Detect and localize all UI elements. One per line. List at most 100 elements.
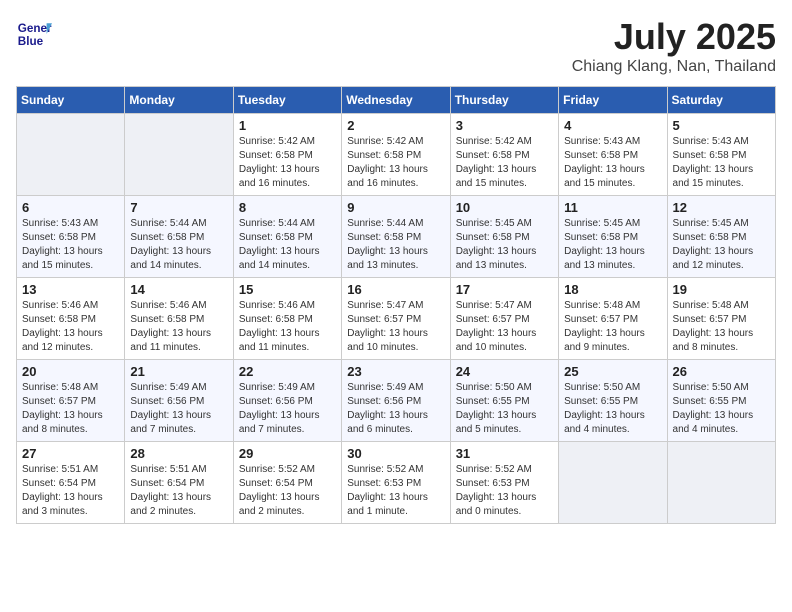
- calendar-cell: 23Sunrise: 5:49 AM Sunset: 6:56 PM Dayli…: [342, 360, 450, 442]
- calendar-cell: 2 Sunrise: 5:42 AM Sunset: 6:58 PM Daylig…: [342, 114, 450, 196]
- day-info: Sunrise: 5:42 AM Sunset: 6:58 PM Dayligh…: [456, 135, 553, 191]
- day-number: 17: [456, 282, 553, 297]
- calendar-cell: 12 Sunrise: 5:45 AM Sunset: 6:58 PM Dayli…: [667, 196, 775, 278]
- calendar-cell: 14 Sunrise: 5:46 AM Sunset: 6:58 PM Dayli…: [125, 278, 233, 360]
- day-number: 22: [239, 364, 336, 379]
- calendar-week-row: 13 Sunrise: 5:46 AM Sunset: 6:58 PM Dayli…: [17, 278, 776, 360]
- calendar-week-row: 6 Sunrise: 5:43 AM Sunset: 6:58 PM Daylig…: [17, 196, 776, 278]
- month-title: July 2025: [572, 16, 776, 58]
- day-number: 29: [239, 446, 336, 461]
- day-info: Sunrise: 5:46 AM Sunset: 6:58 PM Dayligh…: [22, 299, 119, 355]
- calendar-cell: 29 Sunrise: 5:52 AM Sunset: 6:54 PM Dayli…: [233, 442, 341, 524]
- column-header-wednesday: Wednesday: [342, 87, 450, 114]
- day-info: Sunrise: 5:50 AM Sunset: 6:55 PM Dayligh…: [564, 381, 661, 437]
- calendar-week-row: 20 Sunrise: 5:48 AM Sunset: 6:57 PM Dayli…: [17, 360, 776, 442]
- calendar-cell: 9 Sunrise: 5:44 AM Sunset: 6:58 PM Daylig…: [342, 196, 450, 278]
- calendar-cell: 16 Sunrise: 5:47 AM Sunset: 6:57 PM Dayli…: [342, 278, 450, 360]
- column-header-monday: Monday: [125, 87, 233, 114]
- day-info: Sunrise: 5:47 AM Sunset: 6:57 PM Dayligh…: [347, 299, 444, 355]
- day-info: Sunrise: 5:45 AM Sunset: 6:58 PM Dayligh…: [673, 217, 770, 273]
- calendar-cell: 5 Sunrise: 5:43 AM Sunset: 6:58 PM Daylig…: [667, 114, 775, 196]
- day-number: 14: [130, 282, 227, 297]
- logo-icon: General Blue: [16, 16, 52, 52]
- day-info: Sunrise: 5:43 AM Sunset: 6:58 PM Dayligh…: [22, 217, 119, 273]
- day-info: Sunrise: 5:45 AM Sunset: 6:58 PM Dayligh…: [564, 217, 661, 273]
- calendar-cell: [559, 442, 667, 524]
- day-number: 3: [456, 118, 553, 133]
- day-info: Sunrise: 5:49 AM Sunset: 6:56 PM Dayligh…: [239, 381, 336, 437]
- day-info: Sunrise: 5:50 AM Sunset: 6:55 PM Dayligh…: [673, 381, 770, 437]
- calendar-cell: 28 Sunrise: 5:51 AM Sunset: 6:54 PM Dayli…: [125, 442, 233, 524]
- day-info: Sunrise: 5:50 AM Sunset: 6:55 PM Dayligh…: [456, 381, 553, 437]
- day-number: 23: [347, 364, 444, 379]
- calendar-cell: [667, 442, 775, 524]
- day-number: 28: [130, 446, 227, 461]
- day-number: 25: [564, 364, 661, 379]
- day-number: 10: [456, 200, 553, 215]
- calendar-header-row: SundayMondayTuesdayWednesdayThursdayFrid…: [17, 87, 776, 114]
- calendar-cell: 30 Sunrise: 5:52 AM Sunset: 6:53 PM Dayli…: [342, 442, 450, 524]
- day-number: 16: [347, 282, 444, 297]
- calendar-cell: 6 Sunrise: 5:43 AM Sunset: 6:58 PM Daylig…: [17, 196, 125, 278]
- calendar-cell: 19Sunrise: 5:48 AM Sunset: 6:57 PM Dayli…: [667, 278, 775, 360]
- day-number: 30: [347, 446, 444, 461]
- day-number: 9: [347, 200, 444, 215]
- calendar-cell: 1Sunrise: 5:42 AM Sunset: 6:58 PM Daylig…: [233, 114, 341, 196]
- day-number: 15: [239, 282, 336, 297]
- day-info: Sunrise: 5:45 AM Sunset: 6:58 PM Dayligh…: [456, 217, 553, 273]
- day-number: 4: [564, 118, 661, 133]
- day-info: Sunrise: 5:44 AM Sunset: 6:58 PM Dayligh…: [130, 217, 227, 273]
- calendar-cell: 31Sunrise: 5:52 AM Sunset: 6:53 PM Dayli…: [450, 442, 558, 524]
- title-block: July 2025 Chiang Klang, Nan, Thailand: [572, 16, 776, 76]
- day-number: 12: [673, 200, 770, 215]
- day-info: Sunrise: 5:43 AM Sunset: 6:58 PM Dayligh…: [564, 135, 661, 191]
- day-info: Sunrise: 5:48 AM Sunset: 6:57 PM Dayligh…: [564, 299, 661, 355]
- svg-text:Blue: Blue: [18, 35, 44, 48]
- column-header-friday: Friday: [559, 87, 667, 114]
- column-header-tuesday: Tuesday: [233, 87, 341, 114]
- day-info: Sunrise: 5:48 AM Sunset: 6:57 PM Dayligh…: [22, 381, 119, 437]
- calendar-cell: [17, 114, 125, 196]
- day-info: Sunrise: 5:51 AM Sunset: 6:54 PM Dayligh…: [130, 463, 227, 519]
- day-number: 13: [22, 282, 119, 297]
- day-number: 5: [673, 118, 770, 133]
- calendar-week-row: 1Sunrise: 5:42 AM Sunset: 6:58 PM Daylig…: [17, 114, 776, 196]
- day-number: 6: [22, 200, 119, 215]
- page-header: General Blue July 2025 Chiang Klang, Nan…: [16, 16, 776, 76]
- day-info: Sunrise: 5:52 AM Sunset: 6:53 PM Dayligh…: [347, 463, 444, 519]
- calendar-cell: [125, 114, 233, 196]
- day-number: 7: [130, 200, 227, 215]
- day-info: Sunrise: 5:46 AM Sunset: 6:58 PM Dayligh…: [130, 299, 227, 355]
- day-number: 20: [22, 364, 119, 379]
- column-header-thursday: Thursday: [450, 87, 558, 114]
- calendar-cell: 18Sunrise: 5:48 AM Sunset: 6:57 PM Dayli…: [559, 278, 667, 360]
- day-number: 27: [22, 446, 119, 461]
- calendar-cell: 10 Sunrise: 5:45 AM Sunset: 6:58 PM Dayli…: [450, 196, 558, 278]
- logo: General Blue: [16, 16, 52, 52]
- calendar-cell: 3 Sunrise: 5:42 AM Sunset: 6:58 PM Daylig…: [450, 114, 558, 196]
- day-info: Sunrise: 5:44 AM Sunset: 6:58 PM Dayligh…: [239, 217, 336, 273]
- calendar-cell: 21Sunrise: 5:49 AM Sunset: 6:56 PM Dayli…: [125, 360, 233, 442]
- calendar-cell: 11 Sunrise: 5:45 AM Sunset: 6:58 PM Dayli…: [559, 196, 667, 278]
- day-info: Sunrise: 5:44 AM Sunset: 6:58 PM Dayligh…: [347, 217, 444, 273]
- calendar-table: SundayMondayTuesdayWednesdayThursdayFrid…: [16, 86, 776, 524]
- day-number: 26: [673, 364, 770, 379]
- calendar-cell: 27Sunrise: 5:51 AM Sunset: 6:54 PM Dayli…: [17, 442, 125, 524]
- day-number: 8: [239, 200, 336, 215]
- calendar-cell: 4 Sunrise: 5:43 AM Sunset: 6:58 PM Daylig…: [559, 114, 667, 196]
- day-info: Sunrise: 5:42 AM Sunset: 6:58 PM Dayligh…: [239, 135, 336, 191]
- day-number: 2: [347, 118, 444, 133]
- day-number: 11: [564, 200, 661, 215]
- day-info: Sunrise: 5:47 AM Sunset: 6:57 PM Dayligh…: [456, 299, 553, 355]
- location-title: Chiang Klang, Nan, Thailand: [572, 58, 776, 76]
- calendar-cell: 15Sunrise: 5:46 AM Sunset: 6:58 PM Dayli…: [233, 278, 341, 360]
- calendar-cell: 13 Sunrise: 5:46 AM Sunset: 6:58 PM Dayli…: [17, 278, 125, 360]
- calendar-week-row: 27 Sunrise: 5:51 AM Sunset: 6:54 PM Dayli…: [17, 442, 776, 524]
- column-header-saturday: Saturday: [667, 87, 775, 114]
- day-number: 19: [673, 282, 770, 297]
- calendar-cell: 22 Sunrise: 5:49 AM Sunset: 6:56 PM Dayli…: [233, 360, 341, 442]
- day-info: Sunrise: 5:43 AM Sunset: 6:58 PM Dayligh…: [673, 135, 770, 191]
- day-info: Sunrise: 5:52 AM Sunset: 6:54 PM Dayligh…: [239, 463, 336, 519]
- day-number: 31: [456, 446, 553, 461]
- day-info: Sunrise: 5:42 AM Sunset: 6:58 PM Dayligh…: [347, 135, 444, 191]
